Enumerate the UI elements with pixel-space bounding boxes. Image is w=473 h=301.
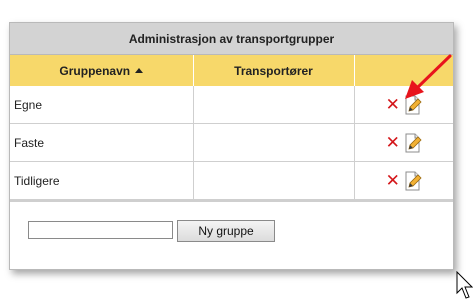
column-header-label: Transportører	[234, 63, 313, 78]
new-group-button[interactable]: Ny gruppe	[177, 220, 275, 242]
column-header-label: Gruppenavn	[59, 63, 131, 78]
carriers-cell	[193, 161, 355, 200]
panel-title: Administrasjon av transportgrupper	[10, 23, 453, 55]
group-name-cell: Tidligere	[10, 161, 194, 200]
new-group-name-input[interactable]	[28, 221, 173, 239]
mouse-cursor-icon	[456, 271, 473, 299]
edit-icon[interactable]	[404, 133, 422, 153]
transport-groups-panel: Administrasjon av transportgrupper Grupp…	[9, 22, 454, 270]
edit-icon[interactable]	[404, 171, 422, 191]
delete-icon[interactable]: ✕	[386, 134, 400, 151]
table-row: Faste ✕	[10, 123, 453, 162]
delete-icon[interactable]: ✕	[386, 172, 400, 189]
table-row: Egne ✕	[10, 86, 453, 124]
actions-cell: ✕	[354, 161, 453, 200]
add-group-row: Ny gruppe	[10, 200, 453, 262]
page: Administrasjon av transportgrupper Grupp…	[0, 0, 473, 301]
carriers-cell	[193, 123, 355, 162]
column-header-group-name[interactable]: Gruppenavn	[10, 55, 194, 86]
groups-table: Gruppenavn Transportører Egne ✕ Faste ✕ …	[10, 55, 453, 200]
column-header-carriers: Transportører	[193, 55, 355, 86]
table-header-row: Gruppenavn Transportører	[10, 55, 453, 86]
actions-cell: ✕	[354, 123, 453, 162]
group-name-cell: Egne	[10, 86, 194, 124]
group-name-cell: Faste	[10, 123, 194, 162]
table-row: Tidligere ✕	[10, 161, 453, 200]
red-arrow-annotation-icon	[405, 54, 452, 99]
sort-ascending-icon[interactable]	[135, 67, 144, 73]
carriers-cell	[193, 86, 355, 124]
